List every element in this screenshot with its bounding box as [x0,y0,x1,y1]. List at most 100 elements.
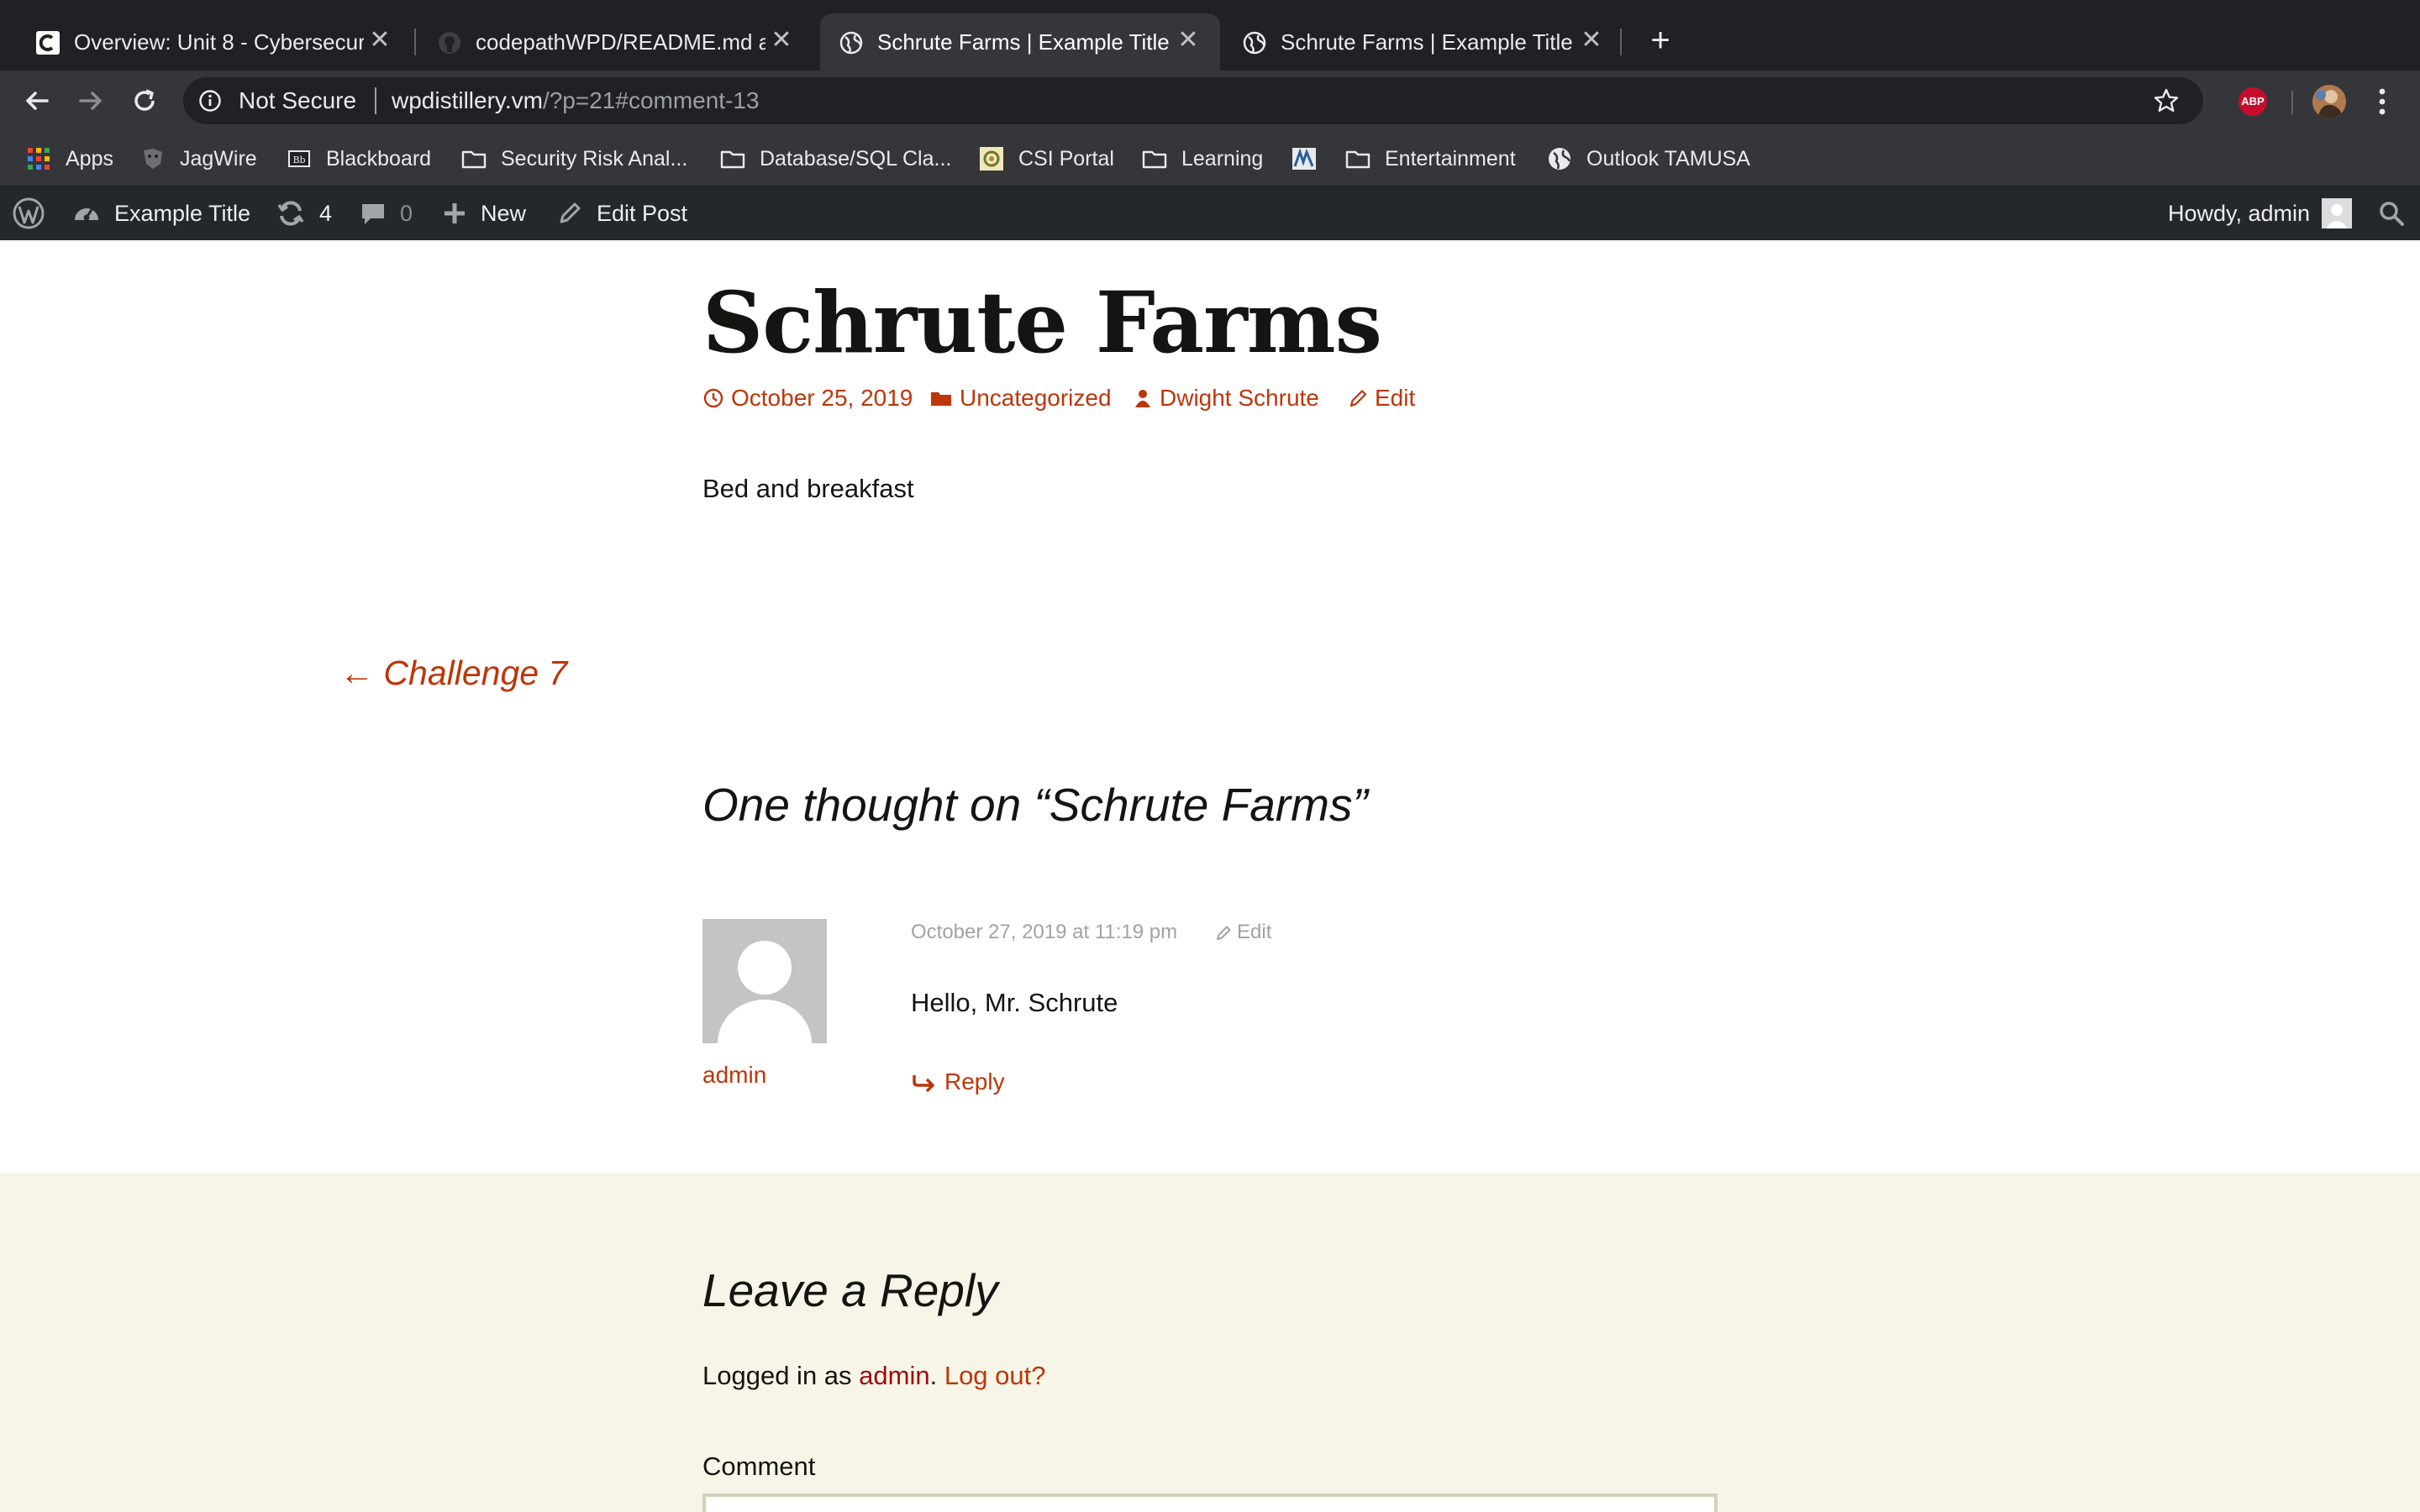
post-content-area: Schrute Farms October 25, 2019 Uncategor… [0,240,2420,1173]
folder-icon [720,150,745,169]
browser-menu-icon[interactable] [2370,84,2395,119]
bookmark-label: Outlook TAMUSA [1586,146,1750,171]
howdy-text: Howdy, admin [2168,200,2311,226]
comments-menu[interactable]: 0 [360,186,413,240]
bookmark-folder-database-sql[interactable]: Database/SQL Cla... [719,143,951,175]
dashboard-gauge-icon [75,207,98,221]
comment-edit-label: Edit [1237,921,1272,943]
wordpress-logo-icon [13,197,45,229]
bookmark-outlook-tamusa[interactable]: Outlook TAMUSA [1546,143,1750,175]
bookmark-blackboard[interactable]: Bb Blackboard [286,143,431,175]
post-author-link[interactable]: Dwight Schrute [1133,383,1319,413]
profile-link[interactable]: admin [859,1361,929,1390]
comment-textarea[interactable] [702,1494,1718,1512]
bookmark-folder-entertainment[interactable]: Entertainment [1344,143,1516,175]
address-divider [375,87,376,114]
comment-date-link[interactable]: October 27, 2019 at 11:19 pm [911,921,1177,944]
codepath-icon [36,31,60,55]
tab-codepath-overview[interactable]: Overview: Unit 8 - Cybersecurity ✕ [17,13,412,71]
url-text[interactable]: wpdistillery.vm/?p=21#comment-13 [392,87,760,114]
adblock-extension-icon[interactable]: ABP [2238,87,2267,116]
previous-post-title: Challenge 7 [383,654,568,692]
user-avatar-icon [2322,198,2353,228]
logout-link[interactable]: Log out? [944,1361,1046,1390]
updates-icon [277,201,304,226]
comment-text: Hello, Mr. Schrute [911,988,1118,1017]
admin-search[interactable] [2378,186,2418,240]
bookmark-label: Database/SQL Cla... [760,146,952,171]
globe-icon [1243,31,1266,55]
post-edit-link[interactable]: Edit [1348,383,1415,413]
post-category-link[interactable]: Uncategorized [929,383,1112,413]
post-author: Dwight Schrute [1160,385,1319,411]
info-icon[interactable] [198,89,222,113]
new-content-menu[interactable]: New [442,186,526,240]
comment-field-label: Comment [702,1452,816,1481]
post-edit-label: Edit [1375,385,1416,411]
apps-grid-icon [28,148,50,170]
new-tab-button[interactable]: + [1642,22,1679,59]
url-path: /?p=21#comment-13 [542,87,760,113]
address-bar[interactable]: Not Secure wpdistillery.vm/?p=21#comment… [183,77,2203,124]
github-icon [439,32,460,54]
bookmark-jagwire[interactable]: JagWire [139,143,257,175]
tab-divider [1620,29,1622,55]
tab-divider [414,29,416,55]
tab-title: Schrute Farms | Example Title [877,29,1170,55]
comment-respond-section: Leave a Reply Logged in as admin. Log ou… [0,1173,2420,1512]
browser-tab-strip: Overview: Unit 8 - Cybersecurity ✕ codep… [0,0,2420,71]
comment-bubble-icon [362,204,384,224]
post-date-link[interactable]: October 25, 2019 [702,383,913,413]
logged-in-prefix: Logged in as [702,1361,860,1390]
comment-edit-link[interactable]: Edit [1215,921,1271,944]
close-tab-icon[interactable]: ✕ [768,27,795,54]
tab-title: Schrute Farms | Example Title [1281,29,1573,55]
bookmark-image-link[interactable] [1291,143,1318,175]
bookmark-star-icon[interactable] [2153,87,2180,114]
back-arrow-icon[interactable] [18,82,55,119]
bookmark-apps[interactable]: Apps [25,143,113,175]
bookmark-csi-portal[interactable]: CSI Portal [978,143,1114,175]
blackboard-icon: Bb [288,150,310,167]
profile-photo-icon [2312,85,2346,118]
globe-icon [1549,148,1571,170]
post-date: October 25, 2019 [731,385,913,411]
default-avatar-icon [718,941,812,1043]
edit-post-menu[interactable]: Edit Post [556,186,687,240]
bookmark-label: JagWire [180,146,257,171]
post-category: Uncategorized [960,385,1112,411]
browser-toolbar: Not Secure wpdistillery.vm/?p=21#comment… [0,71,2420,131]
tab-schrute-farms[interactable]: Schrute Farms | Example Title ✕ [1223,13,1623,71]
updates-menu[interactable]: 4 [276,186,332,240]
tab-title: Overview: Unit 8 - Cybersecurity [74,29,364,55]
tab-schrute-farms-active[interactable]: Schrute Farms | Example Title ✕ [820,13,1220,71]
comment-author-link[interactable]: admin [702,1062,766,1089]
tab-github-readme[interactable]: codepathWPD/README.md at master ✕ [418,13,813,71]
new-label: New [481,200,527,226]
not-secure-label[interactable]: Not Secure [239,87,356,114]
close-tab-icon[interactable]: ✕ [1578,27,1605,54]
csi-icon [980,147,1003,171]
reply-heading: Leave a Reply [702,1264,998,1316]
bookmark-label: Security Risk Anal... [501,146,688,171]
search-icon [2380,202,2404,226]
profile-avatar[interactable] [2312,85,2346,118]
comment-reply-link[interactable]: Reply [911,1068,1005,1095]
site-name-menu[interactable]: Example Title [72,186,250,240]
close-tab-icon[interactable]: ✕ [366,27,393,54]
close-tab-icon[interactable]: ✕ [1175,27,1202,54]
user-icon [1135,390,1150,407]
previous-post-link[interactable]: ← Challenge 7 [339,654,567,693]
reload-icon[interactable] [126,82,163,119]
folder-icon [461,150,487,169]
forward-arrow-icon[interactable] [72,82,109,119]
url-host: wpdistillery.vm [392,87,543,113]
bookmark-image-icon [1292,148,1316,170]
bookmark-folder-learning[interactable]: Learning [1141,143,1263,175]
reply-arrow-icon [913,1075,934,1093]
bookmark-label: CSI Portal [1018,146,1114,171]
wp-logo-menu[interactable] [12,186,59,240]
bookmark-folder-security-risk[interactable]: Security Risk Anal... [460,143,687,175]
my-account-menu[interactable]: Howdy, admin [2168,186,2365,240]
toolbar-divider [2291,91,2293,114]
